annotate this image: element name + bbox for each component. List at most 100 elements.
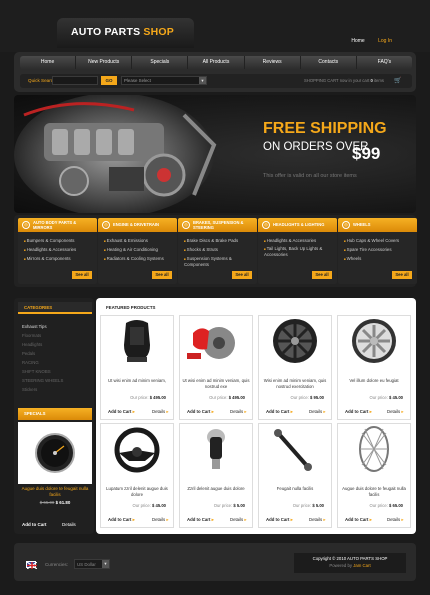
nav-reviews[interactable]: Reviews bbox=[245, 56, 301, 69]
nav-new-products[interactable]: New Products bbox=[76, 56, 133, 69]
category-title[interactable]: BRAKES, SUSPENSION & STEERING bbox=[193, 220, 253, 230]
categories-heading: CATEGORIES bbox=[18, 302, 92, 314]
product-name[interactable]: Ut wisi enim ad minim veniam, bbox=[102, 378, 172, 384]
uk-flag-icon[interactable] bbox=[26, 561, 38, 570]
add-to-cart-button[interactable]: Add to Cart bbox=[108, 409, 135, 415]
product-price: Our price: $ 5.00 bbox=[213, 503, 245, 508]
category-link[interactable]: Mirrors & Components bbox=[24, 254, 71, 264]
cart-summary[interactable]: SHOPPING CART now in your cart 0 items bbox=[304, 78, 384, 83]
engine-icon: ◎ bbox=[102, 221, 110, 229]
add-to-cart-button[interactable]: Add to Cart bbox=[345, 409, 372, 415]
nav-home[interactable]: Home bbox=[20, 56, 77, 69]
product-price: Our price: $ 45.00 bbox=[369, 395, 403, 400]
racing-seat-image[interactable] bbox=[100, 315, 174, 367]
category-title[interactable]: WHEELS bbox=[353, 222, 413, 227]
category-link[interactable]: Radiators & Cooling Systems bbox=[104, 254, 164, 264]
details-button[interactable]: Details bbox=[230, 409, 247, 415]
body-parts-icon: ◎ bbox=[22, 221, 30, 229]
sidebar-item[interactable]: Stickers bbox=[22, 385, 37, 394]
add-to-cart-button[interactable]: Add to Cart bbox=[187, 517, 214, 523]
search-go-button[interactable]: GO bbox=[101, 76, 117, 85]
see-all-button[interactable]: See all bbox=[72, 271, 92, 279]
special-product-price: $ 65.00 $ 61.80 bbox=[39, 500, 71, 505]
powered-by: Powered by Jam Cart bbox=[329, 563, 371, 568]
home-link[interactable]: Home bbox=[351, 38, 364, 44]
brake-kit-image[interactable] bbox=[179, 315, 253, 367]
category-link[interactable]: Suspension Systems & Components bbox=[184, 254, 254, 267]
add-to-cart-button[interactable]: Add to Cart bbox=[345, 517, 372, 523]
details-button[interactable]: Details bbox=[309, 517, 326, 523]
product-name[interactable]: Ut wisi enim ad minim veniam, quis nostr… bbox=[181, 378, 251, 389]
search-input[interactable] bbox=[52, 76, 98, 85]
product-name[interactable]: Wisi enim ad minim veniam, quis nostrud … bbox=[260, 378, 330, 389]
sidebar-item[interactable]: SHIFT KNOBS bbox=[22, 367, 51, 376]
add-to-cart-button[interactable]: Add to Cart bbox=[266, 409, 293, 415]
product-name[interactable]: Feugait nulla facilis bbox=[260, 486, 330, 492]
special-product-image[interactable] bbox=[18, 422, 92, 484]
featured-heading: FEATURED PRODUCTS bbox=[106, 305, 156, 310]
see-all-button[interactable]: See all bbox=[232, 271, 252, 279]
headlights-icon: ◎ bbox=[262, 221, 270, 229]
details-button[interactable]: Details bbox=[387, 517, 404, 523]
banner-price: $99 bbox=[352, 144, 381, 163]
details-button[interactable]: Details bbox=[152, 517, 169, 523]
add-to-cart-button[interactable]: Add to Cart bbox=[108, 517, 135, 523]
black-wheel-image[interactable] bbox=[258, 315, 332, 367]
category-title[interactable]: AUTO BODY PARTS & MIRRORS bbox=[33, 220, 93, 230]
banner-headline: FREE SHIPPING bbox=[263, 120, 387, 137]
details-button[interactable]: Details bbox=[230, 517, 247, 523]
engine-image bbox=[14, 95, 217, 213]
currencies-label: Currencies: bbox=[45, 562, 69, 567]
special-add-to-cart-button[interactable]: Add to Cart bbox=[22, 522, 47, 527]
see-all-button[interactable]: See all bbox=[392, 271, 412, 279]
sidebar-item[interactable]: Headlights bbox=[22, 340, 42, 349]
special-details-button[interactable]: Details bbox=[62, 522, 76, 527]
sidebar-item[interactable]: RACING bbox=[22, 358, 39, 367]
nav-specials[interactable]: Specials bbox=[132, 56, 189, 69]
gauge-icon bbox=[35, 433, 75, 473]
details-button[interactable]: Details bbox=[387, 409, 404, 415]
details-button[interactable]: Details bbox=[309, 409, 326, 415]
category-title[interactable]: HEADLIGHTS & LIGHTING bbox=[273, 222, 333, 227]
product-name[interactable]: Zzril delenit augue duis dolore bbox=[181, 486, 251, 492]
see-all-button[interactable]: See all bbox=[312, 271, 332, 279]
product-price: Our price: $ 495.00 bbox=[209, 395, 245, 400]
details-button[interactable]: Details bbox=[152, 409, 169, 415]
copyright-text: Copyright © 2010 AUTO PARTS SHOP bbox=[312, 556, 388, 561]
snow-chains-image[interactable] bbox=[337, 423, 411, 475]
special-product-name[interactable]: Augue duis dolore te feugait nulla facil… bbox=[18, 486, 92, 498]
chrome-wheel-image[interactable] bbox=[337, 315, 411, 367]
sidebar-item[interactable]: Exhaust Tips bbox=[22, 322, 47, 331]
cart-icon[interactable]: 🛒 bbox=[394, 77, 401, 84]
sidebar-item[interactable]: STEERING WHEELS bbox=[22, 376, 63, 385]
sidebar-item[interactable]: Floormats bbox=[22, 331, 41, 340]
category-title[interactable]: ENGINE & DRIVETRAIN bbox=[113, 222, 173, 227]
login-link[interactable]: Log In bbox=[378, 38, 392, 44]
category-link[interactable]: Headlights & Accessories bbox=[264, 236, 317, 246]
product-price: Our price: $ 65.00 bbox=[369, 503, 403, 508]
product-name[interactable]: Augue duis dolore te feugait nulla facil… bbox=[339, 486, 409, 497]
control-arm-image[interactable] bbox=[258, 423, 332, 475]
main-nav: Home New Products Specials All Products … bbox=[20, 56, 412, 69]
nav-faqs[interactable]: FAQ's bbox=[357, 56, 412, 69]
category-link[interactable]: Wheels bbox=[344, 254, 362, 264]
category-link[interactable]: Tail Lights, Back Up Lights & Accessorie… bbox=[264, 246, 336, 257]
product-price: Our price: $ 45.00 bbox=[132, 503, 166, 508]
logo[interactable]: AUTO PARTS SHOP bbox=[71, 26, 174, 38]
steering-wheel-image[interactable] bbox=[100, 423, 174, 475]
chevron-down-icon[interactable]: ▼ bbox=[199, 77, 206, 84]
add-to-cart-button[interactable]: Add to Cart bbox=[187, 409, 214, 415]
nav-all-products[interactable]: All Products bbox=[188, 56, 245, 69]
category-select[interactable]: Please Select bbox=[121, 76, 207, 85]
nav-contacts[interactable]: Contacts bbox=[301, 56, 357, 69]
product-name[interactable]: Lupatum zzril delenit augue duis dolore bbox=[102, 486, 172, 497]
jam-cart-link[interactable]: Jam Cart bbox=[353, 563, 370, 568]
specials-heading: SPECIALS bbox=[18, 408, 92, 420]
product-price: Our price: $ 95.00 bbox=[290, 395, 324, 400]
add-to-cart-button[interactable]: Add to Cart bbox=[266, 517, 293, 523]
sidebar-item[interactable]: Pedals bbox=[22, 349, 35, 358]
see-all-button[interactable]: See all bbox=[152, 271, 172, 279]
shift-knob-image[interactable] bbox=[179, 423, 253, 475]
chevron-down-icon[interactable]: ▼ bbox=[102, 560, 109, 568]
product-name[interactable]: Vel illum dolore eu feugiat bbox=[339, 378, 409, 384]
